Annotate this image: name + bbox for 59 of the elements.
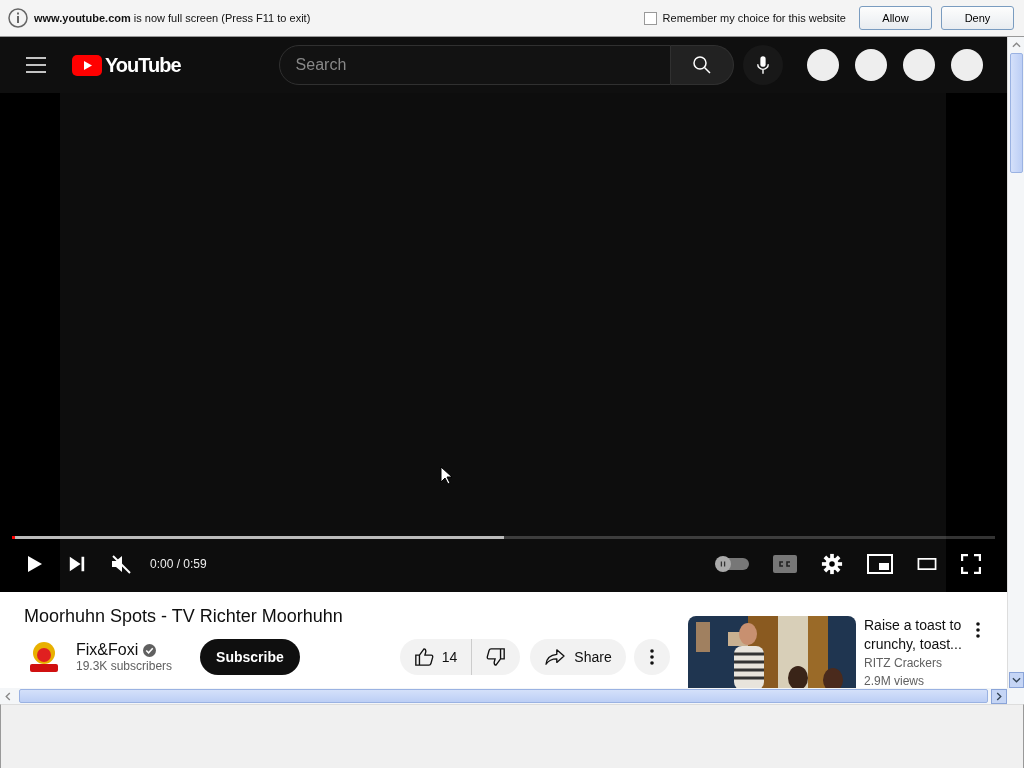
microphone-button[interactable] <box>742 45 783 85</box>
chevron-up-icon <box>1011 42 1021 48</box>
more-icon[interactable] <box>976 622 980 638</box>
youtube-logo[interactable]: YouTube <box>72 53 181 77</box>
more-button[interactable] <box>633 639 670 675</box>
microphone-icon <box>755 55 770 75</box>
scrollbar-thumb[interactable] <box>1009 53 1023 173</box>
search-field[interactable]: Search <box>278 45 671 85</box>
avatar-placeholder[interactable] <box>951 49 983 81</box>
theater-mode-icon[interactable] <box>917 558 937 570</box>
share-button[interactable]: Share <box>530 639 626 675</box>
muted-speaker-icon[interactable] <box>110 554 132 574</box>
recommended-video-title[interactable]: Raise a toast to crunchy, toast... <box>864 616 968 654</box>
thumbs-down-icon <box>486 647 507 667</box>
more-icon <box>649 649 654 665</box>
deny-button[interactable]: Deny <box>941 6 1014 30</box>
allow-button[interactable]: Allow <box>859 6 932 30</box>
remember-checkbox[interactable] <box>643 11 657 25</box>
progress-bar[interactable] <box>12 536 995 539</box>
scroll-right-button[interactable] <box>991 688 1007 704</box>
avatar-placeholder[interactable] <box>855 49 887 81</box>
chevron-right-icon <box>996 691 1002 701</box>
video-title: Moorhuhn Spots - TV Richter Moorhuhn <box>24 606 344 627</box>
vertical-scrollbar[interactable] <box>1007 37 1024 688</box>
subscriber-count: 19.3K subscribers <box>76 659 173 673</box>
video-player[interactable]: 0:00 / 0:59 <box>0 93 1007 592</box>
chevron-left-icon <box>5 691 11 701</box>
remember-label: Remember my choice for this website <box>662 12 846 24</box>
fullscreen-message: www.youtube.com is now full screen (Press F11 to exit) <box>34 12 311 24</box>
scrollbar-corner <box>1007 688 1024 704</box>
info-icon <box>8 8 28 28</box>
search-button[interactable] <box>670 45 734 85</box>
autoplay-toggle[interactable] <box>717 558 749 570</box>
share-arrow-icon <box>544 648 567 666</box>
thumbs-up-icon <box>413 647 434 667</box>
play-logo-icon <box>72 54 102 76</box>
next-icon[interactable] <box>68 555 86 573</box>
menu-icon[interactable] <box>26 57 46 73</box>
logo-text: YouTube <box>105 53 181 77</box>
recommended-channel-name: RITZ Crackers <box>864 655 943 672</box>
channel-name[interactable]: Fix&Foxi <box>76 641 139 659</box>
scroll-down-button[interactable] <box>1008 672 1024 688</box>
view-count: 2.9M views <box>864 673 926 688</box>
scrollbar-thumb[interactable] <box>19 689 988 703</box>
like-button[interactable]: 14 <box>399 639 473 675</box>
captions-icon[interactable] <box>773 555 797 573</box>
chevron-down-icon <box>1011 677 1021 683</box>
search-icon <box>691 55 712 75</box>
time-display: 0:00 / 0:59 <box>150 557 207 571</box>
avatar-placeholder[interactable] <box>807 49 839 81</box>
dislike-button[interactable] <box>472 639 521 675</box>
settings-icon[interactable] <box>821 553 843 575</box>
horizontal-scrollbar[interactable] <box>0 688 1007 704</box>
miniplayer-icon[interactable] <box>867 554 893 574</box>
mouse-cursor-icon <box>440 466 452 486</box>
pause-icon <box>719 560 727 568</box>
avatar-placeholder[interactable] <box>903 49 935 81</box>
subscribe-button[interactable]: Subscribe <box>200 639 300 675</box>
fullscreen-icon[interactable] <box>961 554 981 574</box>
